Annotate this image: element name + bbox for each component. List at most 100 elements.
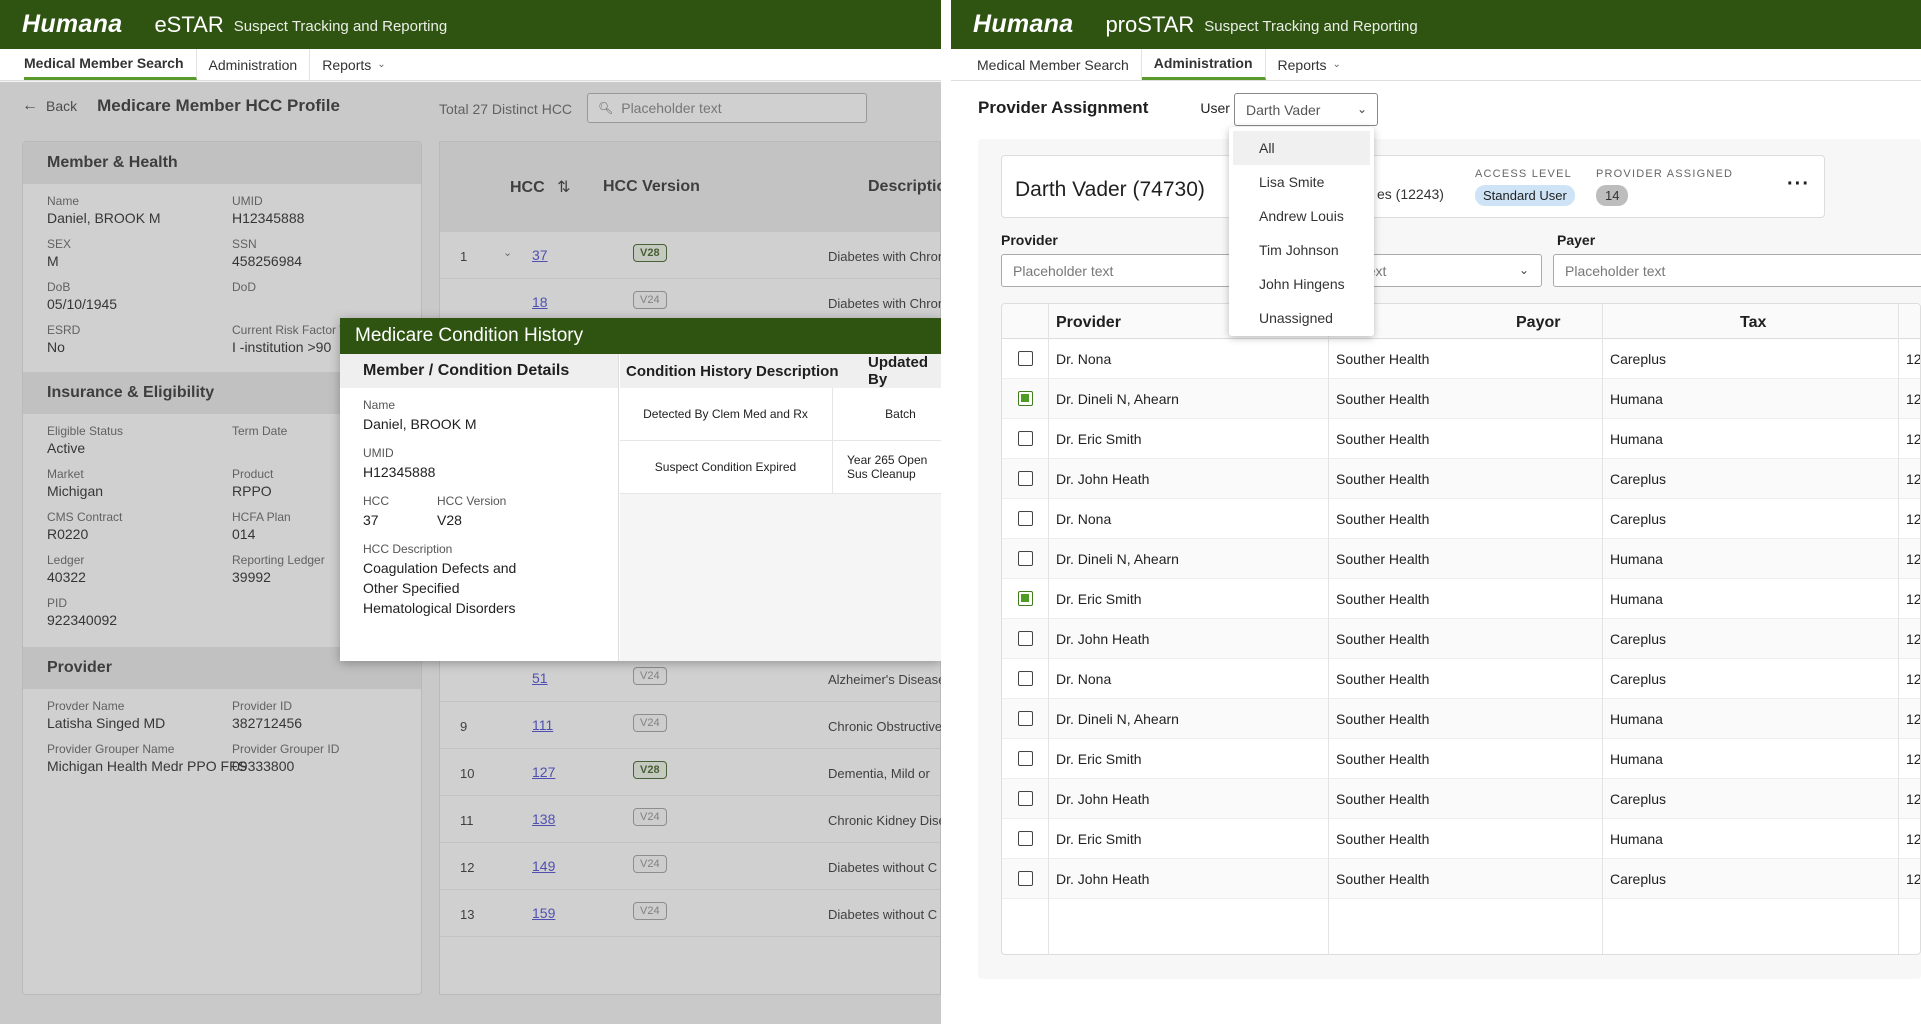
provider-table: Provider nization Payor Tax Dr. Nona Sout…: [1001, 303, 1921, 955]
row-checkbox[interactable]: [1018, 871, 1033, 886]
hcc-link[interactable]: 149: [532, 858, 555, 874]
hcc-link[interactable]: 37: [532, 247, 548, 263]
table-row[interactable]: Dr. Eric Smith Souther Health Humana 1234: [1002, 579, 1920, 619]
condition-details: Member / Condition Details Name Daniel, B…: [340, 354, 619, 661]
field-value: Daniel, BROOK M: [47, 210, 161, 226]
field-label: DoB: [47, 280, 71, 294]
dropdown-option[interactable]: John Hingens: [1229, 267, 1374, 301]
nav-reports[interactable]: Reports ⌄: [1266, 49, 1353, 80]
dropdown-option[interactable]: Unassigned: [1229, 301, 1374, 335]
field-value: Michigan Health Medr PPO FFS: [47, 758, 247, 774]
organization-name: Souther Health: [1336, 391, 1430, 407]
nav-reports[interactable]: Reports ⌄: [310, 49, 397, 80]
table-row[interactable]: Dr. John Heath Souther Health Careplus 1234: [1002, 619, 1920, 659]
nav-medical-member-search[interactable]: Medical Member Search: [24, 49, 197, 80]
hcc-link[interactable]: 159: [532, 905, 555, 921]
row-checkbox[interactable]: [1018, 591, 1033, 606]
payor-name: Careplus: [1610, 791, 1667, 807]
provider-name: Dr. Dineli N, Ahearn: [1056, 391, 1179, 407]
nav-medical-member-search[interactable]: Medical Member Search: [977, 49, 1142, 80]
version-badge: V28: [633, 244, 667, 262]
more-options-icon[interactable]: ···: [1787, 173, 1810, 196]
row-checkbox[interactable]: [1018, 791, 1033, 806]
table-row[interactable]: Dr. Dineli N, Ahearn Souther Health Humana…: [1002, 379, 1920, 419]
row-checkbox[interactable]: [1018, 671, 1033, 686]
table-row[interactable]: Dr. John Heath Souther Health Careplus 1234: [1002, 859, 1920, 899]
dropdown-option[interactable]: Andrew Louis: [1229, 199, 1374, 233]
field-label: UMID: [363, 446, 394, 460]
product-tagline: Suspect Tracking and Reporting: [1204, 18, 1418, 35]
nav-label: Administration: [208, 56, 298, 73]
humana-logo[interactable]: Humana: [22, 10, 122, 39]
back-label: Back: [46, 98, 78, 114]
field-value: [232, 296, 417, 313]
search-input[interactable]: 🔍︎ Placeholder text: [587, 93, 867, 123]
dropdown-option[interactable]: Tim Johnson: [1229, 233, 1374, 267]
table-row[interactable]: Dr. Nona Souther Health Careplus 1234: [1002, 659, 1920, 699]
row-checkbox[interactable]: [1018, 511, 1033, 526]
placeholder: Placeholder text: [1565, 262, 1666, 279]
user-select[interactable]: Darth Vader ⌄: [1234, 93, 1378, 126]
nav-administration[interactable]: Administration: [1141, 49, 1266, 80]
provider-name: Dr. John Heath: [1056, 791, 1150, 807]
user-org: es (12243): [1377, 186, 1444, 202]
hcc-link[interactable]: 127: [532, 764, 555, 780]
history-by: Year 265 Open Sus Cleanup: [832, 441, 941, 494]
column-hcc[interactable]: HCC ⇅: [510, 177, 571, 197]
field: Ledger 40322: [47, 553, 232, 586]
nav-administration[interactable]: Administration: [197, 49, 311, 80]
hcc-link[interactable]: 111: [532, 717, 553, 733]
tax-id: 1234: [1906, 631, 1921, 647]
access-badge: Standard User: [1475, 185, 1575, 206]
table-row[interactable]: Dr. Eric Smith Souther Health Humana 1234: [1002, 739, 1920, 779]
section-title: Member & Health: [23, 142, 421, 184]
table-row: 51 V24 Alzheimer's Disease with Be: [440, 655, 941, 702]
table-row[interactable]: Dr. John Heath Souther Health Careplus 1234: [1002, 459, 1920, 499]
provider-rows: Dr. NonaSouther HealthCareplus1234Dr. Di…: [1002, 339, 1920, 899]
back-button[interactable]: ← Back: [22, 97, 77, 115]
provider-name: Dr. John Heath: [1056, 471, 1150, 487]
hcc-link[interactable]: 51: [532, 670, 548, 686]
payer-filter-input[interactable]: Placeholder text: [1553, 254, 1921, 287]
row-checkbox[interactable]: [1018, 471, 1033, 486]
row-checkbox[interactable]: [1018, 551, 1033, 566]
total-count: Total 27 Distinct HCC: [439, 101, 573, 117]
hcc-link[interactable]: 138: [532, 811, 555, 827]
humana-logo[interactable]: Humana: [973, 10, 1073, 39]
hcc-description: Diabetes without C: [828, 907, 938, 922]
dropdown-option[interactable]: Lisa Smite: [1229, 165, 1374, 199]
table-row[interactable]: Dr. Dineli N, Ahearn Souther Health Humana…: [1002, 539, 1920, 579]
dropdown-option[interactable]: All: [1233, 131, 1370, 165]
provider-name: Dr. John Heath: [1056, 631, 1150, 647]
organization-name: Souther Health: [1336, 831, 1430, 847]
row-checkbox[interactable]: [1018, 831, 1033, 846]
hcc-description: Diabetes with Chronic: [828, 296, 941, 311]
row-checkbox[interactable]: [1018, 391, 1033, 406]
chevron-down-icon[interactable]: ⌄: [503, 246, 512, 259]
table-row[interactable]: Dr. Dineli N, Ahearn Souther Health Humana…: [1002, 699, 1920, 739]
tax-id: 1234: [1906, 431, 1921, 447]
provider-name: Dr. Nona: [1056, 671, 1112, 687]
field: DoD: [232, 280, 417, 313]
provider-name: Dr. Eric Smith: [1056, 751, 1142, 767]
row-checkbox[interactable]: [1018, 751, 1033, 766]
table-row[interactable]: Dr. Nona Souther Health Careplus 1234: [1002, 499, 1920, 539]
row-checkbox[interactable]: [1018, 711, 1033, 726]
table-row[interactable]: Dr. John Heath Souther Health Careplus 1234: [1002, 779, 1920, 819]
hcc-value: 37: [363, 512, 379, 528]
table-row[interactable]: Dr. Eric Smith Souther Health Humana 1234: [1002, 419, 1920, 459]
sort-icon[interactable]: ⇅: [557, 179, 570, 196]
provider-name: Dr. Nona: [1056, 351, 1112, 367]
field-value: Michigan: [47, 483, 104, 499]
table-row[interactable]: Dr. Nona Souther Health Careplus 1234: [1002, 339, 1920, 379]
field-value: H12345888: [232, 210, 305, 226]
hcc-description: Alzheimer's Disease with Be: [828, 672, 941, 687]
row-number: 10: [460, 766, 475, 781]
row-checkbox[interactable]: [1018, 431, 1033, 446]
table-row[interactable]: Dr. Eric Smith Souther Health Humana 1234: [1002, 819, 1920, 859]
hcc-link[interactable]: 18: [532, 294, 548, 310]
field-value: 382712456: [232, 715, 303, 731]
main-nav: Medical Member Search Administration Rep…: [951, 49, 1921, 81]
row-checkbox[interactable]: [1018, 631, 1033, 646]
row-checkbox[interactable]: [1018, 351, 1033, 366]
